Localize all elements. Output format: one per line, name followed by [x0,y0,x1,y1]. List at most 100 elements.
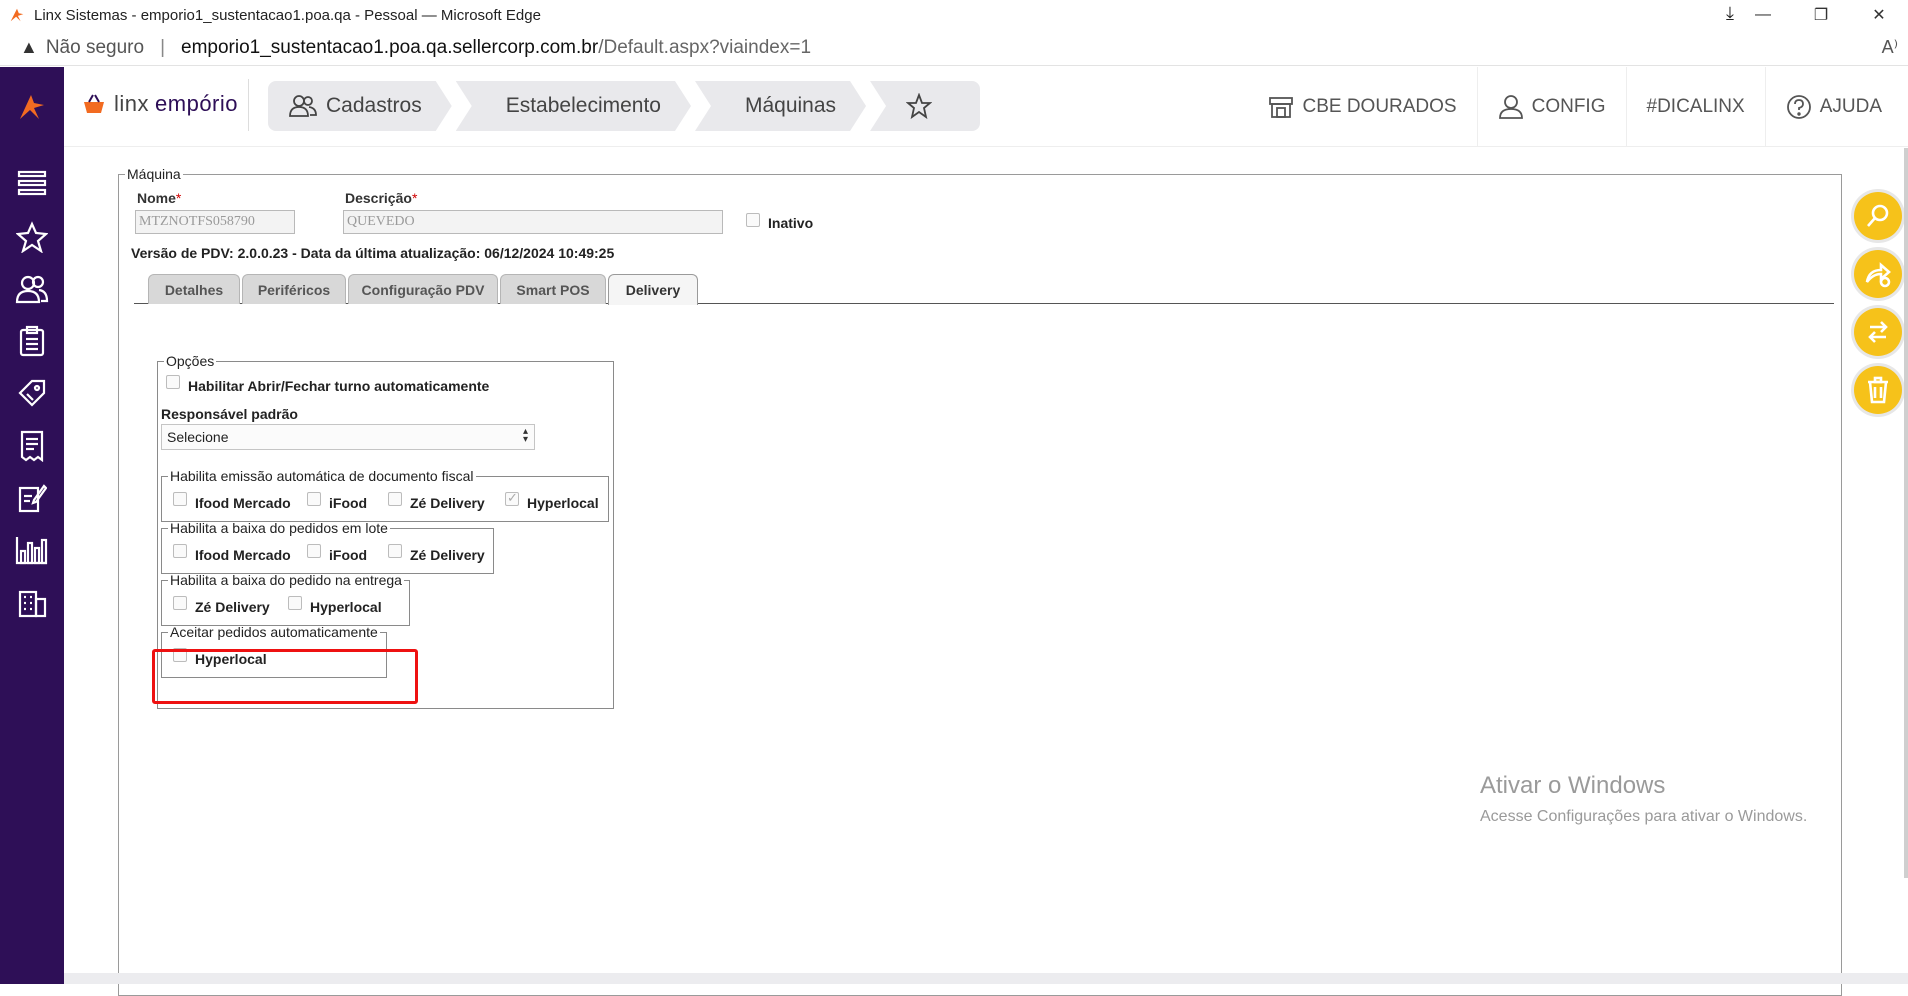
emissao-ifood-mercado-label: Ifood Mercado [195,495,291,511]
version-info: Versão de PDV: 2.0.0.23 - Data da última… [131,245,615,261]
emissao-hyperlocal-label: Hyperlocal [527,495,599,511]
restore-button[interactable]: ❐ [1792,0,1850,30]
page-scrollbar[interactable] [1904,148,1908,878]
emissao-legend: Habilita emissão automática de documento… [170,468,474,484]
address-separator: | [160,36,165,58]
tag-icon[interactable] [13,374,51,412]
lote-ze-delivery-checkbox[interactable] [388,544,402,558]
emissao-ifood-checkbox[interactable] [307,492,321,506]
store-label: CBE DOURADOS [1302,96,1457,117]
lote-ifood-mercado-checkbox[interactable] [173,544,187,558]
swap-button[interactable] [1854,308,1902,356]
inativo-label: Inativo [768,215,814,231]
baixa-entrega-legend: Habilita a baixa do pedido na entrega [170,572,402,588]
bottom-strip [64,973,1908,984]
help-icon [1786,95,1811,119]
nome-input[interactable]: MTZNOTFS058790 [135,210,295,234]
select-arrows-icon: ▴ ▾ [522,426,528,445]
brand-divider [248,79,249,131]
address-bar[interactable]: ▲ Não seguro | emporio1_sustentacao1.poa… [0,30,1908,66]
swap-icon [1868,321,1888,343]
dicalinx-link[interactable]: #DICALINX [1625,67,1765,147]
forward-new-icon [1865,262,1891,288]
breadcrumb-cadastros[interactable]: Cadastros [268,81,452,131]
warning-icon[interactable]: ▲ [20,37,38,58]
lote-ifood-label: iFood [329,547,368,563]
emissao-ifood-mercado-checkbox[interactable] [173,492,187,506]
breadcrumb: Cadastros Estabelecimento Máquinas [268,81,984,131]
breadcrumb-estabelecimento[interactable]: Estabelecimento [456,81,691,131]
brand-part2: empório [155,91,238,116]
entrega-hyperlocal-label: Hyperlocal [310,599,382,615]
breadcrumb-maquinas[interactable]: Máquinas [695,81,866,131]
tab-smart-pos[interactable]: Smart POS [500,274,606,304]
entrega-hyperlocal-checkbox[interactable] [288,596,302,610]
config-button[interactable]: CONFIG [1476,67,1626,147]
clipboard-icon[interactable] [13,322,51,360]
emissao-ifood-label: iFood [329,495,368,511]
left-sidebar [0,67,64,984]
descricao-label: Descrição* [345,190,418,206]
read-aloud-icon[interactable]: A⁾ [1882,37,1898,58]
entrega-ze-delivery-label: Zé Delivery [195,599,270,615]
help-button[interactable]: AJUDA [1764,67,1908,147]
habilitar-turno-label: Habilitar Abrir/Fechar turno automaticam… [188,378,490,394]
maquina-legend: Máquina [127,166,181,182]
bar-chart-icon[interactable] [13,531,51,569]
top-header: linx empório Cadastros Estabelecimento M… [64,67,1908,147]
search-button[interactable] [1854,192,1902,240]
new-button[interactable] [1854,250,1902,298]
close-button[interactable]: ✕ [1850,0,1908,30]
help-label: AJUDA [1819,96,1882,117]
tab-detalhes[interactable]: Detalhes [148,274,240,304]
url-host[interactable]: emporio1_sustentacao1.poa.qa.sellercorp.… [181,37,598,59]
security-label[interactable]: Não seguro [46,37,144,59]
building-icon[interactable] [13,583,51,621]
emissao-hyperlocal-checkbox[interactable] [505,490,519,506]
user-icon [1498,95,1523,119]
descricao-input[interactable]: QUEVEDO [343,210,723,234]
watermark-line1: Ativar o Windows [1480,772,1666,799]
inativo-checkbox[interactable] [746,213,760,227]
responsavel-value: Selecione [167,429,229,445]
lote-ifood-mercado-label: Ifood Mercado [195,547,291,563]
search-icon [1867,204,1889,227]
menu-list-icon[interactable] [13,164,51,202]
emissao-ze-delivery-checkbox[interactable] [388,492,402,506]
edit-document-icon[interactable] [13,479,51,517]
users-icon [288,94,318,118]
url-path[interactable]: /Default.aspx?viaindex=1 [598,37,811,59]
receipt-icon[interactable] [13,427,51,465]
tab-delivery[interactable]: Delivery [608,274,698,305]
baixa-lote-legend: Habilita a baixa do pedidos em lote [170,520,388,536]
lote-ifood-checkbox[interactable] [307,544,321,558]
responsavel-select[interactable]: Selecione ▴ ▾ [161,424,535,450]
opcoes-legend: Opções [166,353,215,369]
aceitar-legend: Aceitar pedidos automaticamente [170,624,378,640]
nome-label: Nome* [137,190,182,206]
lote-ze-delivery-label: Zé Delivery [410,547,485,563]
breadcrumb-label: Estabelecimento [505,94,661,117]
tab-configuracao-pdv[interactable]: Configuração PDV [348,274,498,304]
entrega-ze-delivery-checkbox[interactable] [173,596,187,610]
basket-icon [84,94,104,113]
store-selector[interactable]: CBE DOURADOS [1248,67,1476,147]
star-icon[interactable] [13,218,51,256]
download-icon[interactable]: ⤓ [1726,3,1734,24]
brand-part1: linx [114,91,150,116]
breadcrumb-label: Máquinas [744,94,837,117]
main-content: Máquina Nome* MTZNOTFS058790 Descrição* … [64,148,1908,996]
window-title: Linx Sistemas - emporio1_sustentacao1.po… [34,6,541,24]
habilitar-turno-checkbox[interactable] [166,375,180,389]
brand-logo[interactable]: linx empório [82,91,238,117]
breadcrumb-favorite[interactable] [870,81,981,131]
header-actions: CBE DOURADOS CONFIG #DICALINX AJUDA [1248,67,1908,147]
minimize-button[interactable]: — [1734,0,1792,30]
linx-logo-icon[interactable] [14,89,50,125]
users-icon[interactable] [13,270,51,308]
delete-button[interactable] [1854,366,1902,414]
window-titlebar: Linx Sistemas - emporio1_sustentacao1.po… [0,0,1908,30]
tab-perifericos[interactable]: Periféricos [242,274,346,304]
dicalinx-label: #DICALINX [1646,96,1745,117]
config-label: CONFIG [1531,96,1606,117]
